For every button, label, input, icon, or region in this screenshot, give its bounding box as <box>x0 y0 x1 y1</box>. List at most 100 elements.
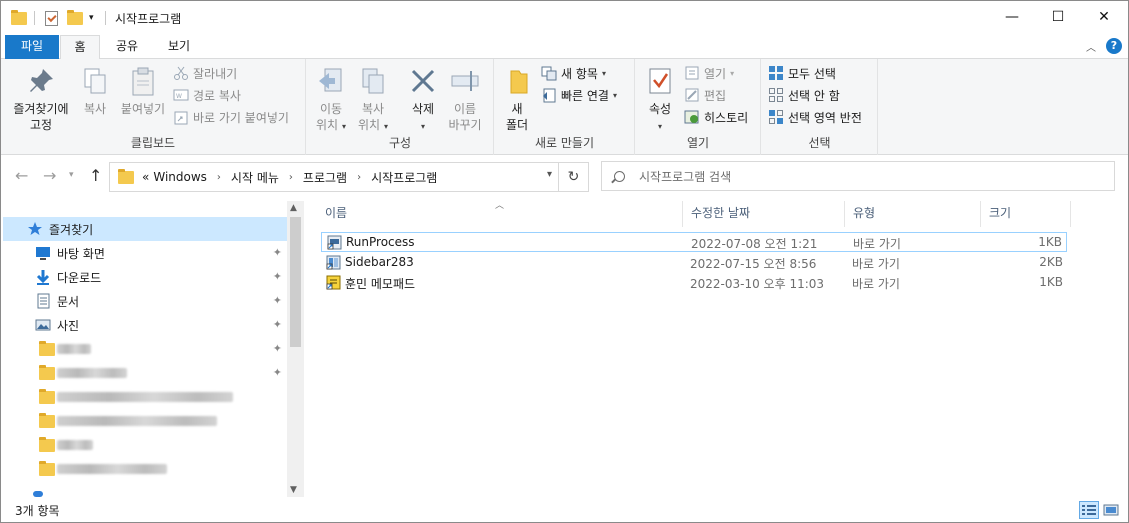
nav-scroll-thumb[interactable] <box>290 217 301 347</box>
file-row[interactable]: 훈민 메모패드 2022-03-10 오후 11:03 바로 가기 1KB <box>321 273 1067 293</box>
easy-access-icon <box>541 87 557 103</box>
desktop-icon <box>36 247 50 260</box>
history-button[interactable]: 히스토리 <box>684 107 748 127</box>
quick-access-folder-icon <box>11 9 27 27</box>
copyto-label-line2: 위치 <box>357 118 381 132</box>
details-view-button[interactable] <box>1079 501 1099 519</box>
column-header-modified[interactable]: 수정한 날짜 <box>683 201 845 227</box>
collapse-ribbon-icon[interactable]: ︿ <box>1086 39 1096 54</box>
file-row[interactable]: Sidebar283 2022-07-15 오전 8:56 바로 가기 2KB <box>321 253 1067 273</box>
folder-icon <box>39 341 55 356</box>
copy-path-button[interactable]: W 경로 복사 <box>173 85 241 105</box>
column-header-type[interactable]: 유형 <box>845 201 981 227</box>
folder-icon <box>39 389 55 404</box>
pictures-icon <box>35 319 51 331</box>
back-arrow-icon[interactable]: ← <box>15 166 28 185</box>
select-none-button[interactable]: 선택 안 함 <box>768 85 840 105</box>
search-icon <box>614 170 625 182</box>
breadcrumb-windows[interactable]: Windows <box>153 170 207 184</box>
paste-shortcut-label: 바로 가기 붙여넣기 <box>193 110 289 125</box>
nav-item-redacted-1[interactable]: ✦ <box>3 337 288 361</box>
pin-icon[interactable]: ✦ <box>273 342 282 355</box>
scroll-up-icon[interactable]: ▲ <box>290 203 297 213</box>
nav-item-redacted-5[interactable] <box>3 433 288 457</box>
file-row[interactable]: RunProcess 2022-07-08 오전 1:21 바로 가기 1KB <box>321 232 1067 252</box>
edit-label: 편집 <box>704 88 727 103</box>
pin-icon[interactable]: ✦ <box>273 246 282 259</box>
select-group-label: 선택 <box>808 136 831 150</box>
nav-item-redacted-2[interactable]: ✦ <box>3 361 288 385</box>
tab-file[interactable]: 파일 <box>5 35 59 59</box>
nav-item-onedrive[interactable] <box>3 483 288 497</box>
nav-item-redacted-3[interactable] <box>3 385 288 409</box>
new-folder-label-line2: 폴더 <box>505 118 529 132</box>
pin-to-quick-access-button[interactable]: 즐겨찾기에 고정 <box>9 65 73 133</box>
copy-button[interactable]: 복사 <box>77 65 113 117</box>
copy-to-button[interactable]: 복사 위치 ▾ <box>353 65 393 135</box>
move-to-button[interactable]: 이동 위치 ▾ <box>311 65 351 135</box>
pin-icon[interactable]: ✦ <box>273 366 282 379</box>
delete-x-icon <box>407 65 439 97</box>
breadcrumb-start-menu[interactable]: 시작 메뉴 <box>231 169 279 186</box>
maximize-button[interactable]: ☐ <box>1035 1 1081 33</box>
pin-icon[interactable]: ✦ <box>273 294 282 307</box>
large-icons-view-button[interactable] <box>1101 501 1121 519</box>
open-button[interactable]: 열기 ▾ <box>684 63 734 83</box>
nav-item-redacted-6[interactable] <box>3 457 288 481</box>
refresh-button[interactable]: ↻ <box>559 162 589 192</box>
forward-arrow-icon[interactable]: → <box>43 166 56 185</box>
recent-locations-icon[interactable]: ▾ <box>69 170 74 180</box>
breadcrumb-chevron-icon[interactable]: › <box>289 172 293 183</box>
scroll-down-icon[interactable]: ▼ <box>290 485 297 495</box>
new-folder-button[interactable]: 새 폴더 <box>499 65 535 133</box>
nav-quick-access[interactable]: 즐겨찾기 <box>3 217 288 241</box>
nav-pane-scrollbar[interactable]: ▲ ▼ <box>287 201 304 497</box>
file-list: ︿ 이름 수정한 날짜 유형 크기 RunProcess 2022-07-08 … <box>305 201 1128 497</box>
tab-view[interactable]: 보기 <box>157 35 201 59</box>
paste-button[interactable]: 붙여넣기 <box>117 65 169 117</box>
new-folder-quick-icon[interactable] <box>67 9 83 27</box>
nav-item-downloads[interactable]: 다운로드 ✦ <box>3 265 288 289</box>
open-label: 열기 <box>704 66 727 81</box>
paste-shortcut-button[interactable]: 바로 가기 붙여넣기 <box>173 107 289 127</box>
pin-icon[interactable]: ✦ <box>273 270 282 283</box>
select-all-button[interactable]: 모두 선택 <box>768 63 836 83</box>
nav-item-redacted-4[interactable] <box>3 409 288 433</box>
customize-quick-access-icon[interactable]: ▾ <box>89 9 94 27</box>
pin-icon <box>25 65 57 97</box>
column-header-size[interactable]: 크기 <box>981 201 1071 227</box>
tab-share[interactable]: 공유 <box>105 35 149 59</box>
nav-item-documents[interactable]: 문서 ✦ <box>3 289 288 313</box>
nav-item-desktop[interactable]: 바탕 화면 ✦ <box>3 241 288 265</box>
search-box[interactable]: 시작프로그램 검색 <box>601 161 1115 191</box>
up-arrow-icon[interactable]: ↑ <box>89 166 102 185</box>
address-bar[interactable]: « Windows › 시작 메뉴 › 프로그램 › 시작프로그램 ▾ <box>109 162 559 192</box>
cut-button[interactable]: 잘라내기 <box>173 63 237 83</box>
breadcrumb-chevron-icon[interactable]: › <box>357 172 361 183</box>
edit-button[interactable]: 편집 <box>684 85 726 105</box>
breadcrumb-startup[interactable]: 시작프로그램 <box>371 169 437 186</box>
new-item-button[interactable]: 새 항목 ▾ <box>541 63 606 83</box>
properties-button[interactable]: 속성 ▾ <box>642 65 678 135</box>
delete-button[interactable]: 삭제 ▾ <box>403 65 443 135</box>
minimize-button[interactable]: — <box>989 1 1035 33</box>
tab-home[interactable]: 홈 <box>60 35 100 60</box>
breadcrumb-programs[interactable]: 프로그램 <box>303 169 347 186</box>
properties-label: 속성 <box>648 102 672 116</box>
address-dropdown-icon[interactable]: ▾ <box>547 169 552 180</box>
rename-button[interactable]: 이름 바꾸기 <box>445 65 485 133</box>
pin-icon[interactable]: ✦ <box>273 318 282 331</box>
nav-item-pictures[interactable]: 사진 ✦ <box>3 313 288 337</box>
document-icon <box>37 293 50 309</box>
easy-access-button[interactable]: 빠른 연결 ▾ <box>541 85 617 105</box>
rename-icon <box>449 65 481 97</box>
help-icon[interactable]: ? <box>1106 38 1122 54</box>
close-button[interactable]: ✕ <box>1081 1 1127 33</box>
properties-quick-icon[interactable] <box>45 9 58 27</box>
file-modified: 2022-07-15 오전 8:56 <box>690 257 817 271</box>
nav-quick-access-label: 즐겨찾기 <box>49 222 94 237</box>
column-header-name[interactable]: 이름 <box>317 201 683 227</box>
breadcrumb-chevron-icon[interactable]: › <box>217 172 221 183</box>
address-overflow[interactable]: « <box>142 170 149 184</box>
invert-selection-button[interactable]: 선택 영역 반전 <box>768 107 862 127</box>
